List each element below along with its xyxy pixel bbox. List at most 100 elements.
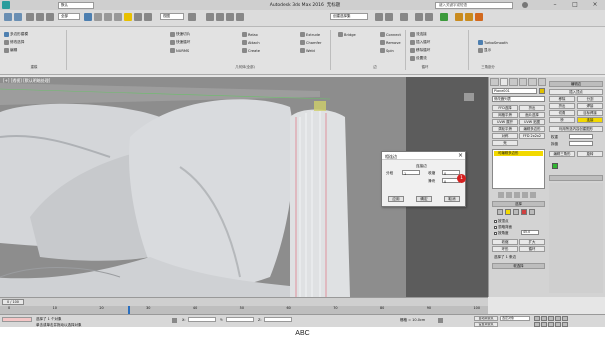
crease-field[interactable]	[569, 141, 593, 146]
polygon-icon[interactable]	[521, 209, 527, 215]
modify-tab[interactable]	[499, 78, 508, 86]
weld-button[interactable]: 焊接	[577, 103, 603, 109]
close-button[interactable]: ×	[585, 0, 605, 10]
loop-button[interactable]: 循环	[519, 246, 545, 252]
help-icon[interactable]	[522, 2, 528, 8]
scale-icon[interactable]	[144, 13, 152, 21]
connect-button[interactable]: 连接	[577, 117, 603, 123]
angle-field[interactable]: 45.0	[521, 230, 539, 235]
lock-icon[interactable]	[172, 318, 177, 323]
ribbon-item[interactable]: 流连接	[410, 32, 427, 37]
turn-button[interactable]: 旋转	[577, 151, 603, 157]
hierarchy-tab[interactable]	[509, 78, 518, 86]
minimize-button[interactable]: –	[545, 0, 565, 10]
maximize-button[interactable]: □	[565, 0, 585, 10]
link-icon[interactable]	[26, 13, 34, 21]
configure-sets-icon[interactable]	[530, 192, 536, 198]
ok-button[interactable]: 确定	[416, 196, 432, 202]
render-setup-icon[interactable]	[455, 13, 463, 21]
ribbon-item[interactable]: Connect	[380, 32, 401, 37]
ribbon-item[interactable]: Create	[242, 48, 260, 53]
move-icon[interactable]	[124, 13, 132, 21]
pin-stack-icon[interactable]	[498, 192, 504, 198]
unlink-icon[interactable]	[36, 13, 44, 21]
chamfer-button[interactable]: 切角	[549, 110, 575, 116]
time-slider-thumb[interactable]: 0 / 100	[2, 299, 24, 305]
split-button[interactable]: 分割	[577, 96, 603, 102]
ribbon-item[interactable]: 插入循环	[410, 40, 430, 45]
ribbon-item[interactable]: 多边形建模	[4, 32, 28, 37]
pinch-field[interactable]: 0	[442, 170, 460, 176]
material-editor-icon[interactable]	[440, 13, 448, 21]
bridge-button[interactable]: 桥	[549, 117, 575, 123]
previous-frame-icon[interactable]	[541, 316, 547, 321]
make-unique-icon[interactable]	[514, 192, 520, 198]
auto-key-button[interactable]: 自动关键点	[474, 316, 498, 321]
viewport-label[interactable]: [+] [透视] [默认明暗处理]	[3, 78, 50, 84]
apply-button[interactable]: 应用	[388, 196, 404, 202]
undo-icon[interactable]	[4, 13, 12, 21]
go-to-start-icon[interactable]	[534, 316, 540, 321]
ribbon-item[interactable]: 快速循环	[170, 40, 190, 45]
ribbon-item[interactable]: NURMS	[170, 48, 189, 53]
selection-set-dropdown[interactable]: 创建选择集	[330, 13, 368, 20]
ribbon-item[interactable]: 修改选择	[4, 40, 24, 45]
redo-icon[interactable]	[14, 13, 22, 21]
object-color-swatch[interactable]	[539, 88, 545, 94]
selected-dropdown[interactable]: 选定对象	[500, 316, 530, 321]
border-icon[interactable]	[513, 209, 519, 215]
snap-icon[interactable]	[206, 13, 214, 21]
percent-snap-icon[interactable]	[226, 13, 234, 21]
ribbon-item[interactable]: Relax	[242, 32, 258, 37]
modifier-button[interactable]: 涡轮平滑	[492, 126, 518, 132]
edit-edges-rollout-header[interactable]: 编辑边	[549, 81, 603, 87]
render-icon[interactable]	[475, 13, 483, 21]
modifier-button[interactable]: 面片选择	[519, 112, 545, 118]
select-rollout-header[interactable]: 选择	[492, 201, 545, 207]
curve-editor-icon[interactable]	[415, 13, 423, 21]
search-input[interactable]: 键入关键字或短语	[435, 1, 513, 9]
motion-tab[interactable]	[518, 78, 527, 86]
create-shape-button[interactable]: 利用所选内容创建图形	[549, 126, 603, 132]
grow-button[interactable]: 扩大	[519, 239, 545, 245]
play-icon[interactable]	[548, 316, 554, 321]
select-icon[interactable]	[84, 13, 92, 21]
bind-icon[interactable]	[46, 13, 54, 21]
remove-modifier-icon[interactable]	[522, 192, 528, 198]
shrink-button[interactable]: 收缩	[492, 239, 518, 245]
by-vertex-option[interactable]: 按顶点	[494, 219, 509, 224]
modifier-button[interactable]: UVW 贴图	[519, 119, 545, 125]
add-time-tag-icon[interactable]	[438, 318, 443, 323]
ribbon-item[interactable]: 编辑	[4, 48, 17, 53]
selection-filter-dropdown[interactable]: 全部	[58, 13, 80, 20]
soft-selection-rollout-header[interactable]: 软选择	[492, 263, 545, 269]
workspace-dropdown[interactable]: 默认	[58, 1, 94, 9]
select-by-name-icon[interactable]	[94, 13, 102, 21]
display-tab[interactable]	[528, 78, 537, 86]
x-coord-field[interactable]	[188, 317, 216, 322]
playhead[interactable]	[128, 306, 130, 314]
align-icon[interactable]	[385, 13, 393, 21]
segments-field[interactable]: 1	[402, 170, 420, 176]
ribbon-item[interactable]: Remove	[380, 40, 401, 45]
cancel-button[interactable]: 取消	[444, 196, 460, 202]
rect-select-icon[interactable]	[104, 13, 112, 21]
ignore-backfacing-option[interactable]: 忽略背面	[494, 225, 512, 230]
ribbon-item[interactable]: Chamfer	[300, 40, 321, 45]
y-coord-field[interactable]	[226, 317, 254, 322]
maxscript-listener[interactable]	[2, 317, 32, 322]
edit-triangulation-button[interactable]: 编辑三角形	[549, 151, 575, 157]
layer-icon[interactable]	[400, 13, 408, 21]
modifier-button[interactable]: 对称	[492, 133, 518, 139]
track-bar[interactable]: 0 10 20 30 40 50 60 70 80 90 100	[0, 306, 488, 314]
ribbon-item[interactable]: 设置流	[410, 56, 427, 61]
utilities-tab[interactable]	[537, 78, 546, 86]
remove-edge-button[interactable]: 移除	[549, 96, 575, 102]
render-frame-icon[interactable]	[465, 13, 473, 21]
ribbon-item[interactable]: 移除循环	[410, 48, 430, 53]
dialog-close-icon[interactable]: ×	[458, 152, 463, 160]
vertex-icon[interactable]	[497, 209, 503, 215]
schematic-icon[interactable]	[425, 13, 433, 21]
by-angle-option[interactable]: 按角度	[494, 231, 509, 236]
window-crossing-icon[interactable]	[114, 13, 122, 21]
